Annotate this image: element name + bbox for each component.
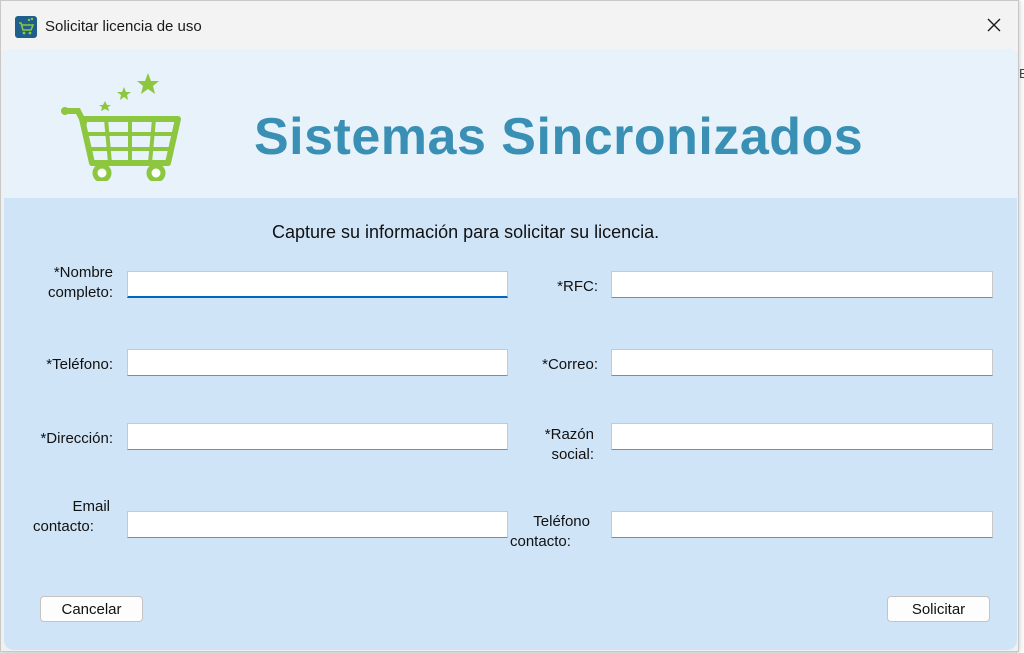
telefono-contacto-label: Teléfono contacto: bbox=[510, 512, 590, 552]
rfc-input[interactable] bbox=[611, 271, 993, 298]
nombre-completo-input[interactable] bbox=[127, 271, 508, 298]
shopping-cart-logo-icon bbox=[61, 73, 181, 181]
close-icon bbox=[987, 18, 1001, 32]
cancel-button[interactable]: Cancelar bbox=[40, 596, 143, 622]
email-contacto-input[interactable] bbox=[127, 511, 508, 538]
email-contacto-label-line2: contacto: bbox=[33, 518, 94, 535]
title-bar: Solicitar licencia de uso bbox=[1, 1, 1018, 51]
close-button[interactable] bbox=[969, 5, 1019, 45]
email-contacto-label-line1: Email bbox=[72, 498, 110, 515]
brand-name: Sistemas Sincronizados bbox=[254, 108, 864, 166]
app-cart-icon bbox=[15, 16, 37, 38]
razon-label-line2: social: bbox=[551, 446, 594, 463]
rfc-label: *RFC: bbox=[557, 278, 598, 295]
telefono-label: *Teléfono: bbox=[46, 356, 113, 373]
nombre-label-line2: completo: bbox=[47, 284, 113, 301]
background-edge-text: E bbox=[1019, 66, 1024, 81]
razon-social-label: *Razón social: bbox=[514, 425, 594, 465]
license-request-dialog: Solicitar licencia de uso Sistemas Sincr… bbox=[0, 0, 1019, 652]
dialog-client-area: Sistemas Sincronizados Capture su inform… bbox=[4, 49, 1017, 650]
razon-label-line1: *Razón bbox=[544, 426, 594, 443]
email-contacto-label: Email contacto: bbox=[14, 497, 110, 537]
telefono-contacto-label-line2: contacto: bbox=[510, 533, 571, 550]
telefono-input[interactable] bbox=[127, 349, 508, 376]
telefono-contacto-input[interactable] bbox=[611, 511, 993, 538]
razon-social-input[interactable] bbox=[611, 423, 993, 450]
brand-header: Sistemas Sincronizados bbox=[4, 49, 1017, 198]
nombre-label-line1: *Nombre bbox=[53, 264, 113, 281]
correo-label: *Correo: bbox=[542, 356, 598, 373]
correo-input[interactable] bbox=[611, 349, 993, 376]
submit-button[interactable]: Solicitar bbox=[887, 596, 990, 622]
form-instruction: Capture su información para solicitar su… bbox=[272, 222, 660, 242]
telefono-contacto-label-line1: Teléfono bbox=[533, 513, 590, 530]
window-title: Solicitar licencia de uso bbox=[45, 18, 202, 35]
direccion-label: *Dirección: bbox=[40, 430, 113, 447]
direccion-input[interactable] bbox=[127, 423, 508, 450]
nombre-label: *Nombre completo: bbox=[24, 263, 113, 303]
